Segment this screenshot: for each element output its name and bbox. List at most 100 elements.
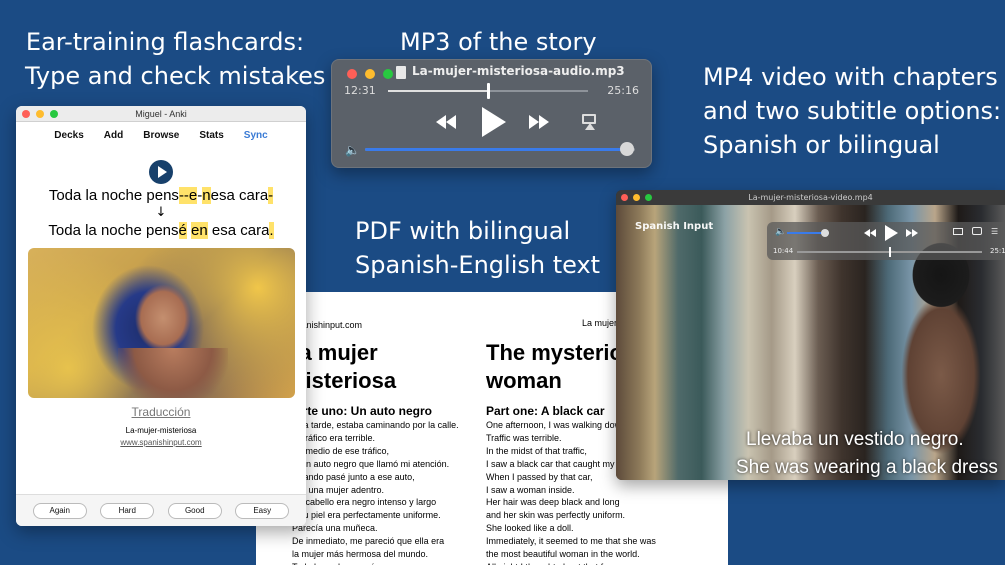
subtitle-english: She was wearing a black dress <box>736 457 998 478</box>
mp3-filename: La-mujer-misteriosa-audio.mp3 <box>412 64 625 78</box>
picture-in-picture-icon[interactable] <box>953 228 963 235</box>
caption-mp4: MP4 video with chapters and two subtitle… <box>703 60 1001 162</box>
minimize-button[interactable] <box>365 69 375 79</box>
pdf-spanish-heading: Parte uno: Un auto negro <box>288 404 432 418</box>
pdf-header-right: La mujer <box>582 318 618 328</box>
typed-error: --e <box>178 187 198 204</box>
play-icon[interactable] <box>885 225 898 241</box>
mp4-volume-slider[interactable] <box>787 229 829 237</box>
correct-answer: Toda la noche pensé en esa cara. <box>16 222 306 239</box>
mp3-scrubber[interactable] <box>388 83 588 99</box>
video-brand: Spanish Input <box>635 221 714 232</box>
subtitle-spanish: Llevaba un vestido negro. <box>746 429 964 450</box>
subtitles-icon[interactable] <box>972 227 982 235</box>
pdf-line: Una tarde, estaba caminando por la calle… <box>292 420 459 430</box>
card-portrait-image <box>28 248 295 398</box>
pdf-spanish-body: Una tarde, estaba caminando por la calle… <box>292 419 482 565</box>
pdf-line: En medio de ese tráfico, <box>292 445 390 456</box>
mp3-volume-handle[interactable] <box>619 142 634 156</box>
mp3-volume-slider[interactable] <box>365 142 635 156</box>
nav-add[interactable]: Add <box>94 130 133 141</box>
ease-buttons: Again Hard Good Easy <box>16 494 306 526</box>
correct-part: esa cara <box>207 222 270 239</box>
pdf-spanish-title-line: misteriosa <box>286 368 397 393</box>
nav-sync[interactable]: Sync <box>234 130 278 141</box>
mp4-volume-handle[interactable] <box>820 229 829 237</box>
rewind-icon[interactable] <box>436 115 456 129</box>
caption-mp4-line2: and two subtitle options: <box>703 97 1002 125</box>
caption-flashcards: Ear-training flashcards: Type and check … <box>25 25 326 93</box>
rewind-icon[interactable] <box>864 229 876 237</box>
mp3-volume-fill <box>365 148 627 151</box>
correct-highlight: é <box>178 222 187 239</box>
pdf-spanish-title-line: La mujer <box>286 340 378 365</box>
easy-button[interactable]: Easy <box>235 502 290 519</box>
fast-forward-icon[interactable] <box>529 115 549 129</box>
window-controls <box>347 69 393 79</box>
mp3-scrubber-handle[interactable] <box>486 83 490 99</box>
correct-part: Toda la noche pens <box>48 222 179 239</box>
caption-pdf-line1: PDF with bilingual <box>355 217 571 245</box>
pdf-line: vi un auto negro que llamó mi atención. <box>292 458 450 469</box>
pdf-line: All night I thought about that face. <box>486 561 726 565</box>
chapters-icon[interactable]: ☰ <box>991 227 998 236</box>
play-icon[interactable] <box>482 107 506 137</box>
correct-highlight: en <box>191 222 208 239</box>
nav-stats[interactable]: Stats <box>189 130 233 141</box>
caption-flashcards-line2: Type and check mistakes <box>25 62 326 90</box>
pdf-line: and her skin was perfectly uniform. <box>486 510 626 521</box>
mp3-player: La-mujer-misteriosa-audio.mp3 12:31 25:1… <box>331 59 652 168</box>
typed-part: esa cara <box>210 187 269 204</box>
speaker-icon: 🔈 <box>775 227 787 237</box>
mp4-titlebar: La-mujer-misteriosa-video.mp4 <box>616 190 1005 205</box>
anki-titlebar: Miguel - Anki <box>16 106 306 122</box>
pdf-line: She looked like a doll. <box>486 523 574 534</box>
pdf-line: Immediately, it seemed to me that she wa… <box>486 536 656 547</box>
pdf-line: la mujer más hermosa del mundo. <box>292 549 429 560</box>
pdf-line: vi a una mujer adentro. <box>292 484 385 495</box>
nav-decks[interactable]: Decks <box>44 130 93 141</box>
video-frame[interactable]: Spanish Input 🔈 ☰ 10:44 25:1 Llevaba un … <box>616 205 1005 480</box>
mp4-volume-fill <box>787 232 825 234</box>
zoom-button[interactable] <box>383 69 393 79</box>
mp4-window-title: La-mujer-misteriosa-video.mp4 <box>748 193 873 202</box>
caption-mp4-line3: Spanish or bilingual <box>703 131 940 159</box>
translation-link[interactable]: Traducción <box>16 405 306 419</box>
pdf-english-heading: Part one: A black car <box>486 404 605 418</box>
pdf-line: Parecía una muñeca. <box>292 523 378 534</box>
pdf-line: Toda la noche pensé en esa cara. <box>292 561 482 565</box>
good-button[interactable]: Good <box>167 502 222 519</box>
pdf-spanish-title: La mujer misteriosa <box>286 339 446 395</box>
anki-window: Miguel - Anki Decks Add Browse Stats Syn… <box>16 106 306 526</box>
close-button[interactable] <box>347 69 357 79</box>
mp4-scrubber-handle[interactable] <box>888 247 891 257</box>
down-arrow-icon: ↓ <box>155 205 167 220</box>
pdf-line: El tráfico era terrible. <box>292 432 376 443</box>
mp3-scrubber-fill <box>388 90 488 92</box>
typed-answer: Toda la noche pens--e-nesa cara- <box>16 187 306 204</box>
pdf-line: De inmediato, me pareció que ella era <box>292 536 445 547</box>
airplay-icon[interactable] <box>582 114 596 130</box>
pdf-line: Cuando pasé junto a ese auto, <box>292 471 415 482</box>
hard-button[interactable]: Hard <box>100 502 155 519</box>
nav-browse[interactable]: Browse <box>133 130 189 141</box>
typed-part: Toda la noche pens <box>48 187 179 204</box>
anki-toolbar: Decks Add Browse Stats Sync <box>16 122 306 148</box>
caption-pdf-line2: Spanish-English text <box>355 251 601 279</box>
audio-play-icon[interactable] <box>149 160 173 184</box>
anki-window-title: Miguel - Anki <box>135 108 187 119</box>
again-button[interactable]: Again <box>32 502 87 519</box>
site-link[interactable]: www.spanishinput.com <box>16 438 306 447</box>
mp4-scrubber[interactable] <box>797 247 982 257</box>
caption-pdf: PDF with bilingual Spanish-English text <box>355 214 600 282</box>
pdf-line: the most beautiful woman in the world. <box>486 549 640 560</box>
fast-forward-icon[interactable] <box>906 229 918 237</box>
mp3-time-current: 12:31 <box>344 84 376 97</box>
story-title: La-mujer-misteriosa <box>125 426 197 435</box>
caption-flashcards-line1: Ear-training flashcards: <box>25 28 305 56</box>
typed-error: n <box>202 187 211 204</box>
pdf-line: I saw a woman inside. <box>486 484 575 495</box>
mp4-player: La-mujer-misteriosa-video.mp4 Spanish In… <box>616 190 1005 480</box>
typed-error: - <box>268 187 274 204</box>
mp4-controls: 🔈 ☰ 10:44 25:1 <box>767 222 1005 260</box>
